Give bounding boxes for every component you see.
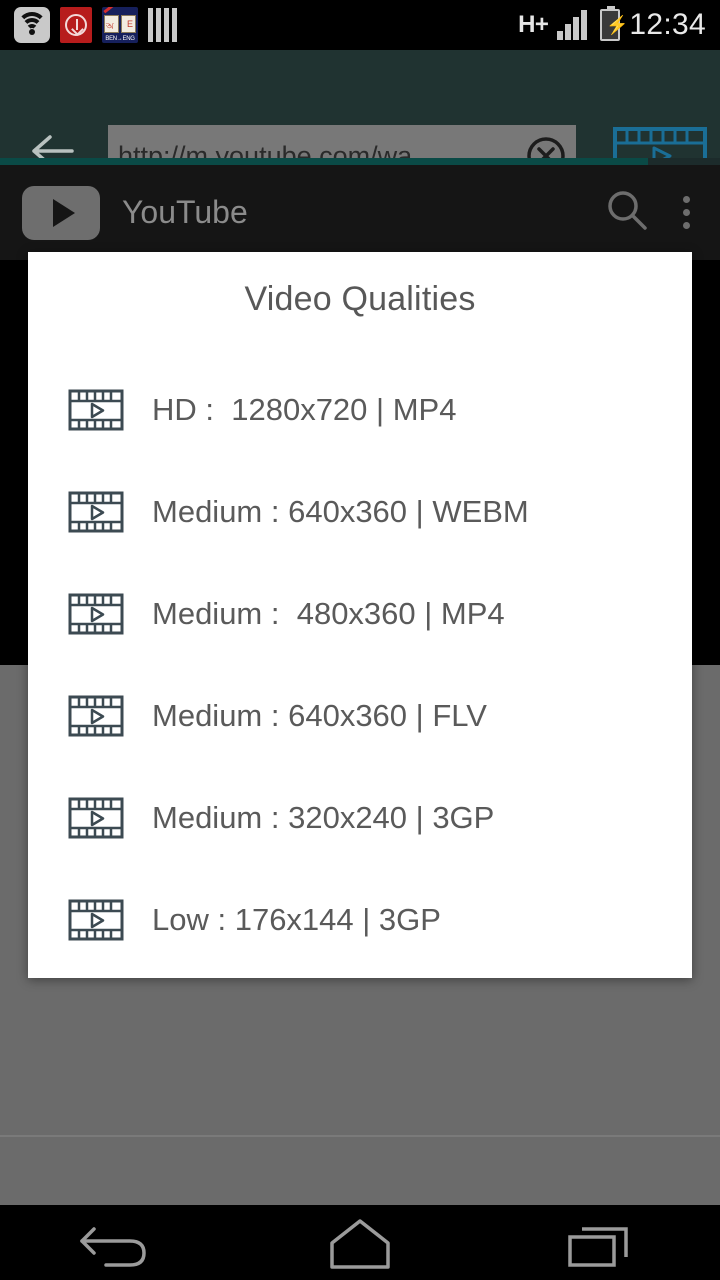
youtube-actions [603,186,720,239]
overflow-menu-icon[interactable] [683,196,690,229]
nav-recents-icon[interactable] [540,1213,660,1273]
youtube-app-bar: YouTube [0,165,720,260]
bars-notification-icon [148,8,180,42]
video-qualities-dialog: Video Qualities HD : 1280x720 | MP4 Medi [28,252,692,978]
film-strip-icon [68,797,124,839]
video-quality-label: Low : 176x144 | 3GP [152,902,441,937]
video-quality-label: Medium : 480x360 | MP4 [152,596,505,631]
dialog-title: Video Qualities [244,280,476,318]
status-bar-system: H+ ⚡ 12:34 [518,6,720,42]
dictionary-app-icon: অ E BEN→ENG [102,7,138,43]
video-quality-list: HD : 1280x720 | MP4 Medium : 640x360 | W… [28,359,692,971]
video-quality-item[interactable]: Medium : 640x360 | FLV [28,665,692,767]
video-quality-label: Medium : 320x240 | 3GP [152,800,495,835]
status-bar: অ E BEN→ENG H+ ⚡ 12:34 [0,0,720,50]
download-notification-icon [60,7,92,43]
video-quality-item[interactable]: Medium : 640x360 | WEBM [28,461,692,563]
film-strip-icon [68,899,124,941]
page-load-progress-fill [0,158,648,165]
film-strip-icon [68,389,124,431]
video-quality-item[interactable]: Medium : 480x360 | MP4 [28,563,692,665]
signal-bars-icon [557,10,591,40]
nav-back-icon[interactable] [60,1213,180,1273]
dictionary-icon-caption: BEN→ENG [105,36,135,42]
film-strip-icon [68,491,124,533]
nav-home-icon[interactable] [300,1213,420,1273]
youtube-logo-icon [22,185,100,240]
video-quality-label: Medium : 640x360 | WEBM [152,494,529,529]
pen-icon [103,7,115,14]
battery-charging-icon: ⚡ [600,6,629,41]
android-nav-bar [0,1205,720,1280]
video-quality-item[interactable]: HD : 1280x720 | MP4 [28,359,692,461]
dictionary-icon-left-char: অ [106,22,114,32]
dictionary-icon-right-char: E [126,19,133,29]
network-type-label: H+ [518,11,549,38]
wifi-icon [14,7,50,43]
video-quality-item[interactable]: Medium : 320x240 | 3GP [28,767,692,869]
browser-toolbar: http://m.youtube.com/wa [0,50,720,187]
page-load-progress [0,158,720,165]
film-strip-icon [68,593,124,635]
status-bar-notifications: অ E BEN→ENG [0,7,180,43]
search-icon[interactable] [603,186,651,239]
video-quality-item[interactable]: Low : 176x144 | 3GP [28,869,692,971]
film-strip-icon [68,695,124,737]
video-quality-label: Medium : 640x360 | FLV [152,698,487,733]
phone-screen: অ E BEN→ENG H+ ⚡ 12:34 http://m.youtube.… [0,0,720,1280]
page-divider [0,1135,720,1137]
status-bar-clock: 12:34 [629,8,706,41]
video-quality-label: HD : 1280x720 | MP4 [152,392,457,427]
youtube-title: YouTube [122,194,248,230]
